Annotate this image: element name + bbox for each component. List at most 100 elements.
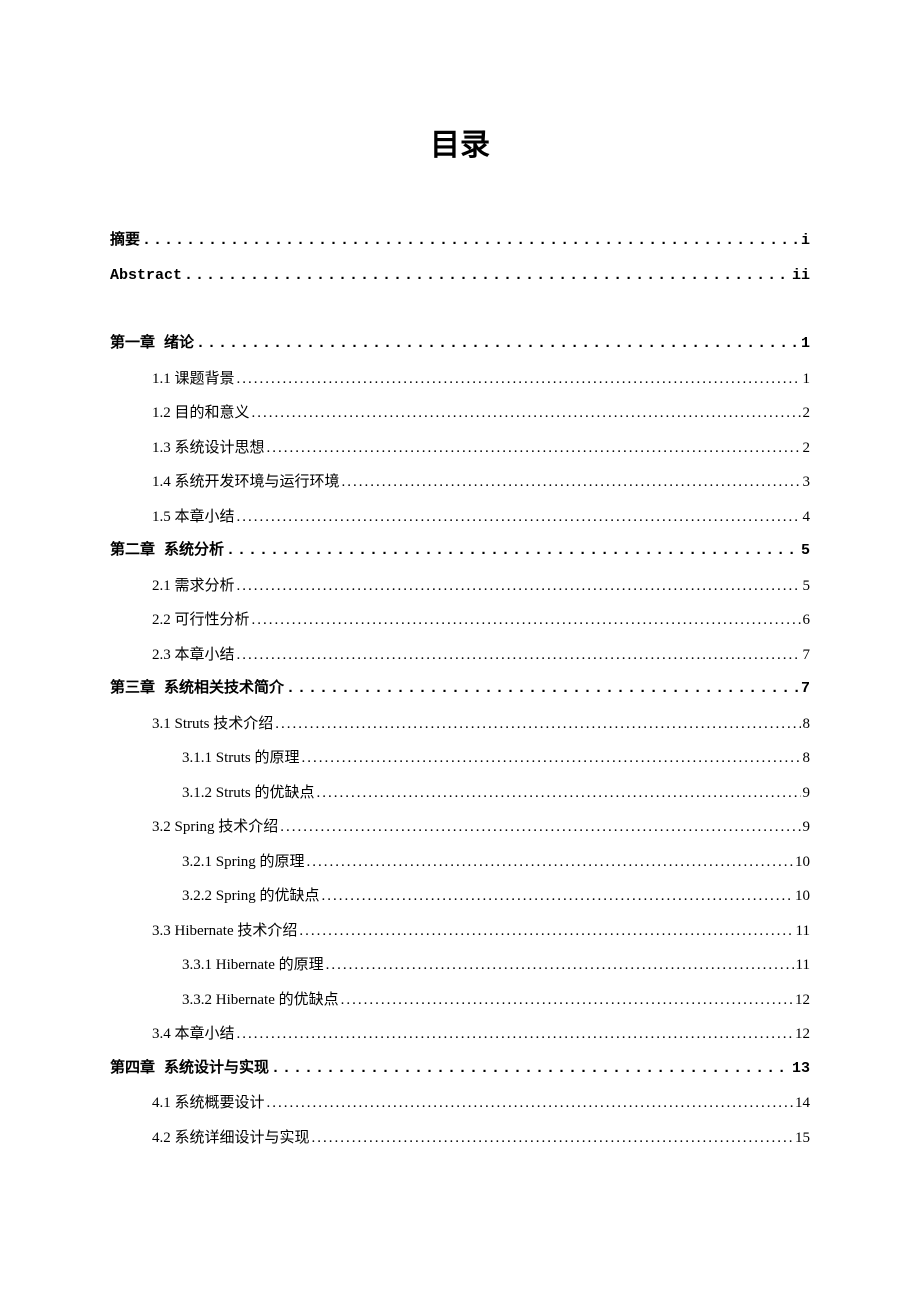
toc-entry: 2.2 可行性分析 6: [152, 603, 810, 638]
toc-leader-dots: [342, 465, 801, 500]
toc-entry-label: 3.2 Spring 技术介绍: [152, 810, 278, 845]
toc-entry-page: 1: [803, 362, 811, 397]
toc-entry: 3.1.2 Struts 的优缺点 9: [182, 776, 810, 811]
toc-leader-dots: [286, 672, 799, 707]
toc-leader-dots: [326, 948, 794, 983]
toc-entry-label: Abstract: [110, 259, 182, 294]
toc-entry-page: 1: [801, 327, 810, 362]
toc-list: 摘要iAbstractii第一章 绪论11.1 课题背景11.2 目的和意义21…: [110, 224, 810, 1155]
toc-entry-label: 3.1.2 Struts 的优缺点: [182, 776, 315, 811]
toc-entry: 3.1 Struts 技术介绍 8: [152, 707, 810, 742]
toc-entry-page: 7: [803, 638, 811, 673]
toc-entry-page: 13: [792, 1052, 810, 1087]
toc-leader-dots: [237, 638, 801, 673]
toc-leader-dots: [307, 845, 793, 880]
toc-entry: 第三章 系统相关技术简介7: [110, 672, 810, 707]
toc-entry: 3.2 Spring 技术介绍 9: [152, 810, 810, 845]
toc-entry-label: 3.3 Hibernate 技术介绍: [152, 914, 297, 949]
toc-entry-page: 2: [803, 431, 811, 466]
toc-entry-label: 3.4 本章小结: [152, 1017, 235, 1052]
toc-leader-dots: [317, 776, 801, 811]
toc-entry-label: 第一章 绪论: [110, 327, 194, 362]
toc-entry-page: 11: [796, 914, 810, 949]
toc-entry: 1.5 本章小结 4: [152, 500, 810, 535]
toc-entry-label: 第四章 系统设计与实现: [110, 1052, 269, 1087]
toc-entry-label: 1.2 目的和意义: [152, 396, 250, 431]
toc-leader-dots: [275, 707, 800, 742]
toc-leader-dots: [142, 224, 799, 259]
toc-entry: 摘要 i: [110, 224, 810, 259]
toc-entry-page: 14: [795, 1086, 810, 1121]
toc-leader-dots: [226, 534, 799, 569]
toc-entry: 1.2 目的和意义 2: [152, 396, 810, 431]
toc-entry-page: 5: [803, 569, 811, 604]
toc-entry: 2.3 本章小结 7: [152, 638, 810, 673]
toc-title: 目录: [110, 120, 810, 164]
toc-entry: 3.3.2 Hibernate 的优缺点12: [182, 983, 810, 1018]
toc-leader-dots: [184, 259, 790, 294]
toc-entry: 3.4 本章小结 12: [152, 1017, 810, 1052]
toc-entry-page: 3: [803, 465, 811, 500]
toc-leader-dots: [237, 362, 801, 397]
toc-entry-label: 3.3.1 Hibernate 的原理: [182, 948, 324, 983]
toc-leader-dots: [252, 603, 801, 638]
toc-entry: 4.1 系统概要设计 14: [152, 1086, 810, 1121]
toc-leader-dots: [237, 500, 801, 535]
toc-entry: 3.2.1 Spring 的原理 10: [182, 845, 810, 880]
toc-entry-label: 3.2.2 Spring 的优缺点: [182, 879, 320, 914]
toc-entry-page: 11: [796, 948, 810, 983]
toc-leader-dots: [271, 1052, 790, 1087]
toc-leader-dots: [280, 810, 800, 845]
toc-entry-label: 4.2 系统详细设计与实现: [152, 1121, 310, 1156]
toc-entry: 1.4 系统开发环境与运行环境3: [152, 465, 810, 500]
toc-entry-page: 8: [803, 741, 811, 776]
toc-entry-label: 1.1 课题背景: [152, 362, 235, 397]
toc-entry-label: 1.5 本章小结: [152, 500, 235, 535]
toc-entry: 1.3 系统设计思想 2: [152, 431, 810, 466]
toc-leader-dots: [312, 1121, 793, 1156]
toc-entry: 第一章 绪论 1: [110, 327, 810, 362]
toc-entry-label: 2.2 可行性分析: [152, 603, 250, 638]
toc-entry-label: 第三章 系统相关技术简介: [110, 672, 284, 707]
toc-entry-label: 2.1 需求分析: [152, 569, 235, 604]
toc-entry: 第二章 系统分析 5: [110, 534, 810, 569]
toc-entry-page: 12: [795, 1017, 810, 1052]
toc-entry-label: 4.1 系统概要设计: [152, 1086, 265, 1121]
toc-entry-page: 8: [803, 707, 811, 742]
toc-entry-label: 2.3 本章小结: [152, 638, 235, 673]
toc-entry-page: 10: [795, 879, 810, 914]
toc-entry: 3.3.1 Hibernate 的原理 11: [182, 948, 810, 983]
toc-leader-dots: [196, 327, 799, 362]
toc-entry-label: 3.2.1 Spring 的原理: [182, 845, 305, 880]
toc-entry: 3.3 Hibernate 技术介绍 11: [152, 914, 810, 949]
toc-entry-label: 3.1.1 Struts 的原理: [182, 741, 300, 776]
toc-entry: 3.1.1 Struts 的原理 8: [182, 741, 810, 776]
toc-entry-label: 3.1 Struts 技术介绍: [152, 707, 273, 742]
toc-entry: 4.2 系统详细设计与实现 15: [152, 1121, 810, 1156]
toc-leader-dots: [237, 1017, 793, 1052]
toc-entry-page: 4: [803, 500, 811, 535]
toc-entry-page: 10: [795, 845, 810, 880]
toc-entry-page: 15: [795, 1121, 810, 1156]
toc-entry: 第四章 系统设计与实现 13: [110, 1052, 810, 1087]
toc-entry-page: 5: [801, 534, 810, 569]
toc-entry: 3.2.2 Spring 的优缺点 10: [182, 879, 810, 914]
toc-leader-dots: [252, 396, 801, 431]
toc-entry-label: 摘要: [110, 224, 140, 259]
toc-leader-dots: [267, 431, 801, 466]
toc-leader-dots: [299, 914, 793, 949]
toc-leader-dots: [267, 1086, 793, 1121]
toc-entry-label: 1.3 系统设计思想: [152, 431, 265, 466]
toc-leader-dots: [237, 569, 801, 604]
toc-entry-page: 9: [803, 810, 811, 845]
toc-entry-page: 9: [803, 776, 811, 811]
toc-leader-dots: [322, 879, 793, 914]
toc-leader-dots: [341, 983, 793, 1018]
toc-entry-label: 第二章 系统分析: [110, 534, 224, 569]
toc-entry-page: 12: [795, 983, 810, 1018]
toc-entry-page: 6: [803, 603, 811, 638]
toc-entry: Abstractii: [110, 259, 810, 294]
toc-entry-page: i: [801, 224, 810, 259]
toc-entry: 1.1 课题背景 1: [152, 362, 810, 397]
toc-entry-page: 2: [803, 396, 811, 431]
